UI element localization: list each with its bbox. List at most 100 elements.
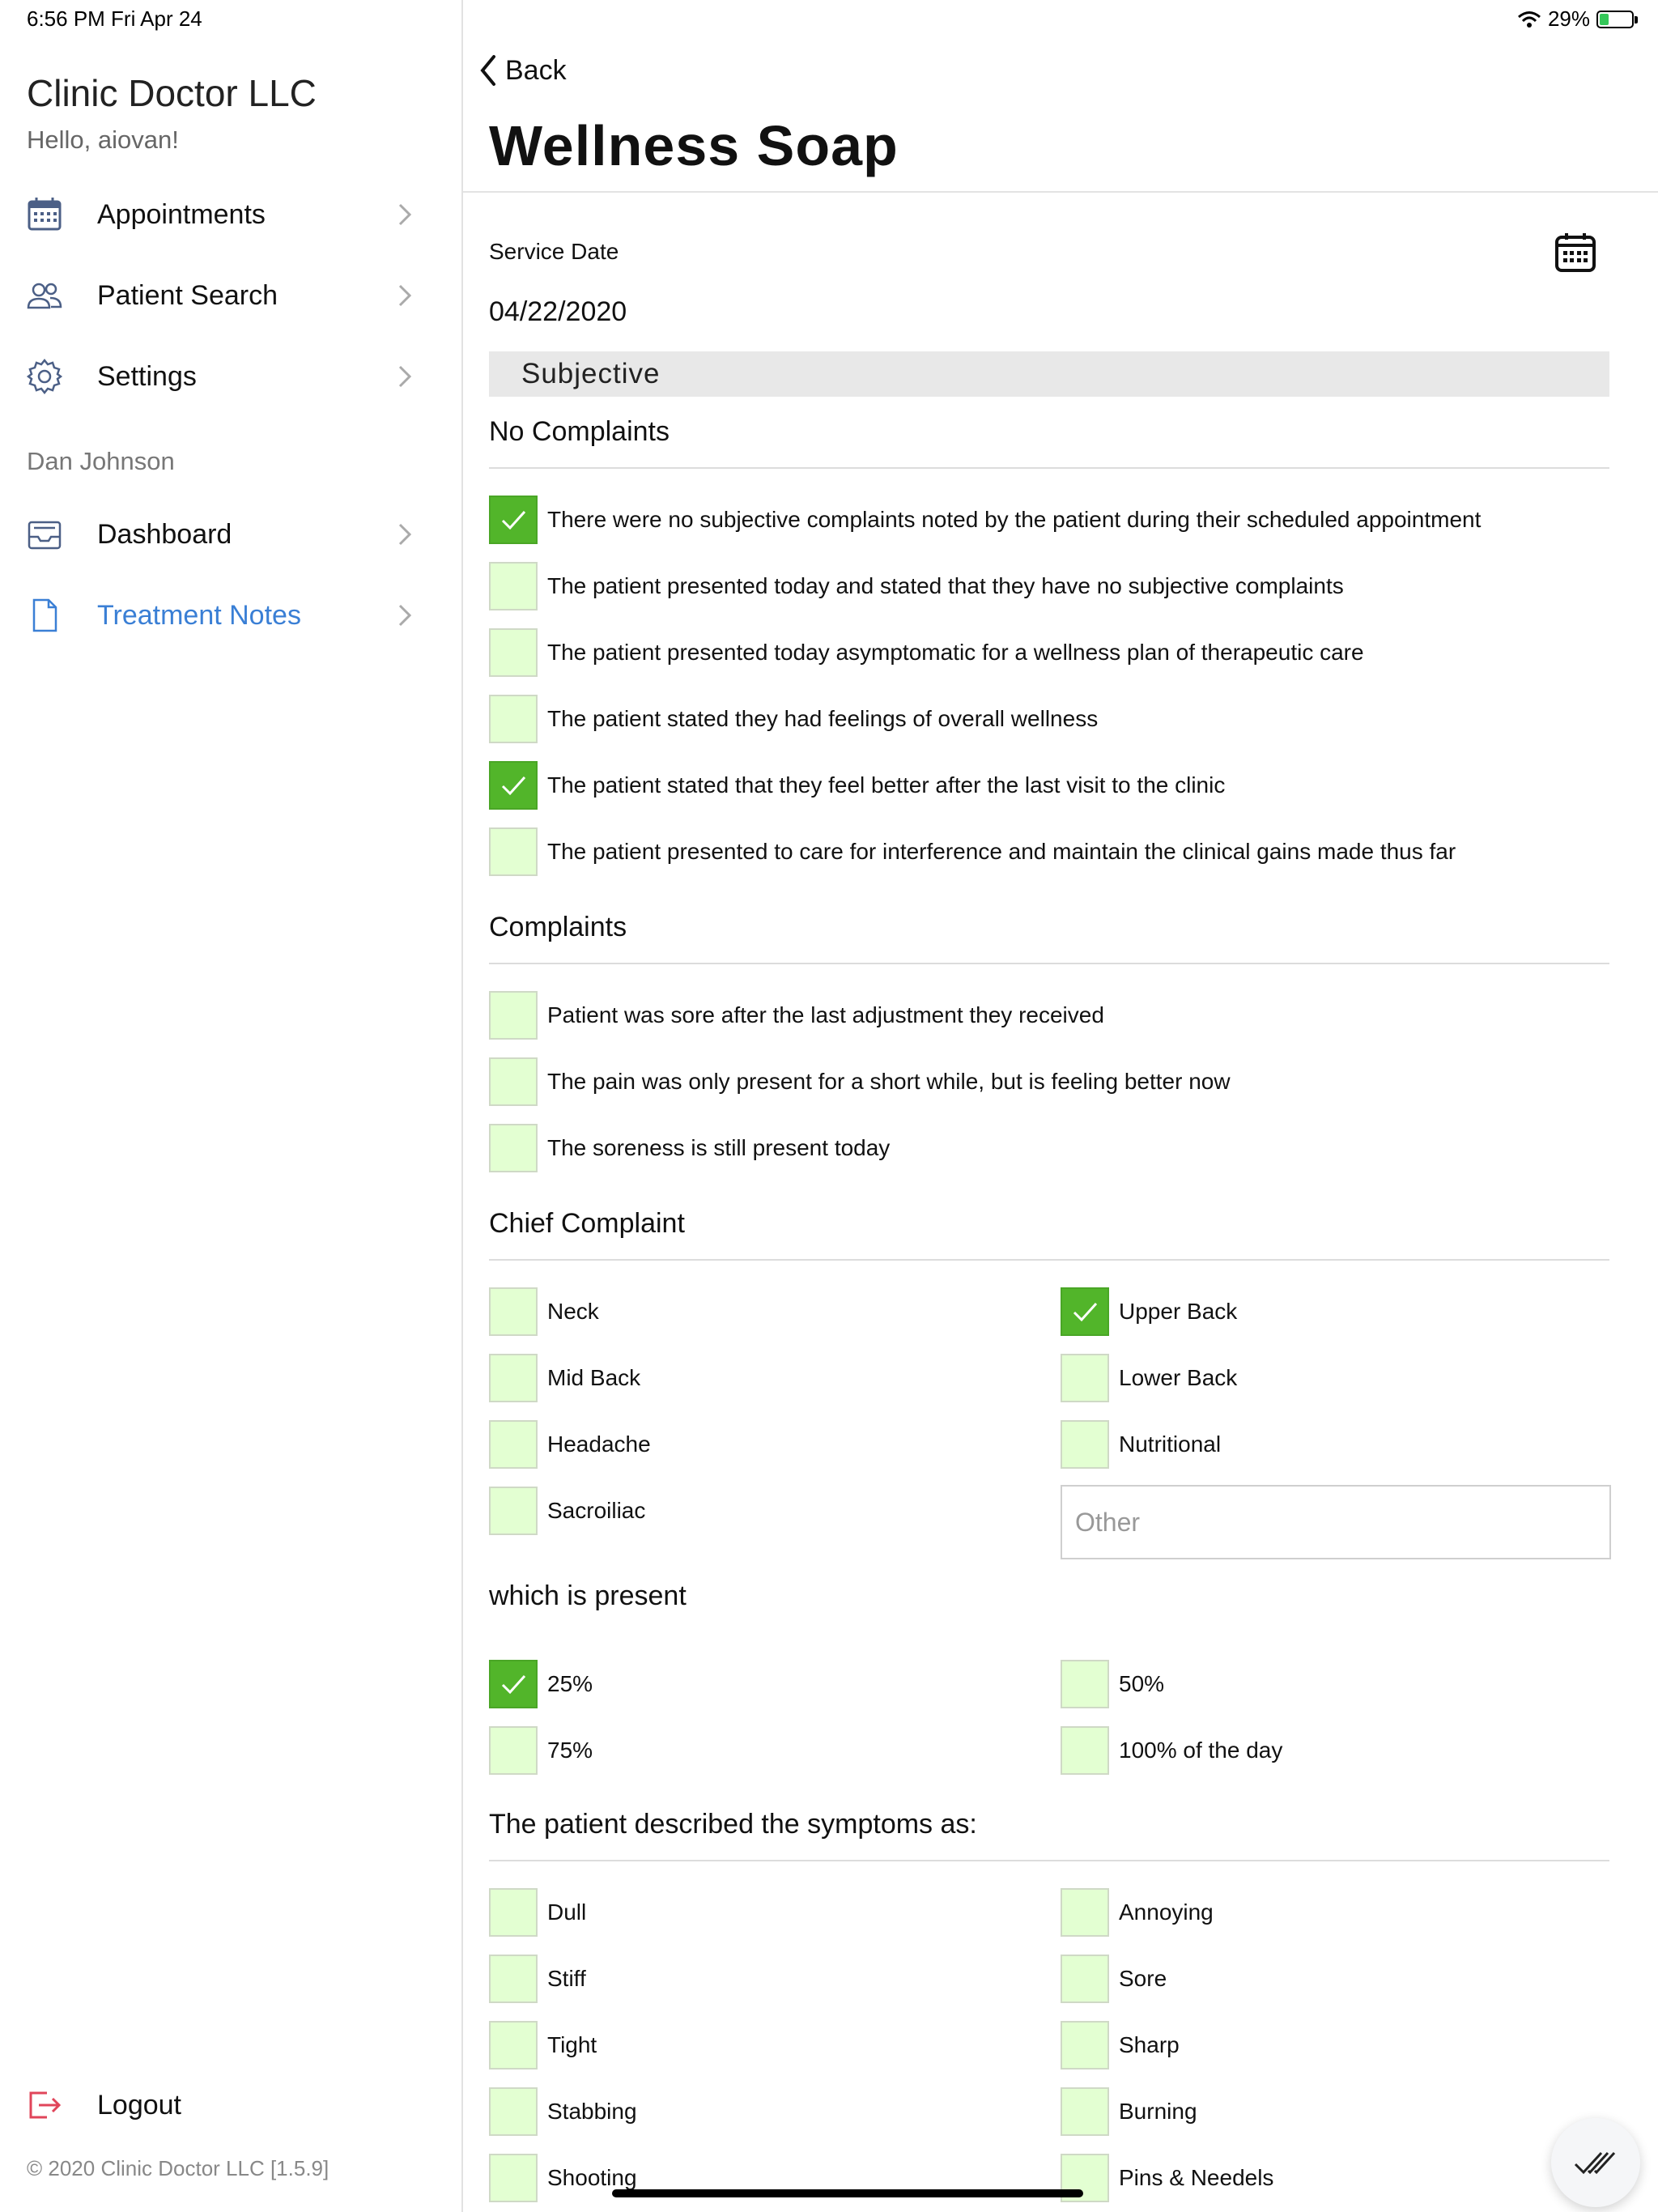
checkbox-row[interactable]: Stiff bbox=[489, 1955, 586, 2003]
checkbox-row[interactable]: Headache bbox=[489, 1420, 651, 1469]
checkbox-row[interactable]: Pins & Needels bbox=[1061, 2154, 1273, 2202]
checkbox-label: The patient presented today and stated t… bbox=[547, 573, 1344, 598]
checkbox[interactable] bbox=[489, 1726, 538, 1775]
logout-label: Logout bbox=[97, 2089, 181, 2121]
checkbox-row[interactable]: The soreness is still present today bbox=[489, 1124, 890, 1172]
checkbox[interactable] bbox=[1061, 2087, 1109, 2136]
checkbox-row[interactable]: The patient stated that they feel better… bbox=[489, 761, 1225, 810]
sidebar-item-label: Patient Search bbox=[97, 279, 278, 311]
other-complaint-input[interactable] bbox=[1061, 1485, 1611, 1559]
calendar-icon[interactable] bbox=[1554, 232, 1596, 274]
checkbox[interactable] bbox=[1061, 1955, 1109, 2003]
checkbox[interactable] bbox=[1061, 1726, 1109, 1775]
checkbox[interactable] bbox=[489, 1124, 538, 1172]
double-check-icon bbox=[1574, 2151, 1616, 2175]
checkbox-row[interactable]: Stabbing bbox=[489, 2087, 637, 2136]
checkbox[interactable] bbox=[489, 1287, 538, 1336]
sidebar-item-appointments[interactable]: Appointments bbox=[0, 182, 463, 247]
checkbox-checked[interactable] bbox=[1061, 1287, 1109, 1336]
checkbox[interactable] bbox=[1061, 1660, 1109, 1708]
sidebar-item-dashboard[interactable]: Dashboard bbox=[0, 502, 463, 567]
checkbox-row[interactable]: 100% of the day bbox=[1061, 1726, 1282, 1775]
checkbox-row[interactable]: The patient presented to care for interf… bbox=[489, 827, 1456, 876]
checkbox-label: The pain was only present for a short wh… bbox=[547, 1069, 1231, 1094]
checkbox-checked[interactable] bbox=[489, 1660, 538, 1708]
section-title: Subjective bbox=[521, 358, 661, 389]
checkbox[interactable] bbox=[489, 1057, 538, 1106]
checkbox-row[interactable]: Tight bbox=[489, 2021, 597, 2069]
checkmark-icon bbox=[501, 776, 526, 796]
checkbox[interactable] bbox=[489, 695, 538, 743]
copyright: © 2020 Clinic Doctor LLC [1.5.9] bbox=[27, 2156, 329, 2180]
checkbox-label: The patient presented today asymptomatic… bbox=[547, 640, 1364, 665]
checkbox[interactable] bbox=[489, 1420, 538, 1469]
checkbox-checked[interactable] bbox=[489, 496, 538, 544]
group-title-complaints: Complaints bbox=[489, 912, 627, 942]
chevron-right-icon bbox=[398, 284, 412, 307]
checkbox[interactable] bbox=[489, 1354, 538, 1402]
sidebar-item-label: Dashboard bbox=[97, 518, 232, 550]
checkbox[interactable] bbox=[489, 2154, 538, 2202]
checkbox[interactable] bbox=[489, 1888, 538, 1937]
checkbox-label: Stabbing bbox=[547, 2099, 637, 2124]
checkbox-row[interactable]: The patient stated they had feelings of … bbox=[489, 695, 1098, 743]
checkbox[interactable] bbox=[489, 1487, 538, 1535]
checkbox-label: Annoying bbox=[1119, 1899, 1214, 1925]
checkbox-row[interactable]: Sore bbox=[1061, 1955, 1167, 2003]
checkbox-row[interactable]: Sharp bbox=[1061, 2021, 1180, 2069]
checkmark-icon bbox=[1073, 1302, 1098, 1322]
service-date-value[interactable]: 04/22/2020 bbox=[489, 296, 627, 328]
checkbox[interactable] bbox=[1061, 1888, 1109, 1937]
checkbox-row[interactable]: 75% bbox=[489, 1726, 593, 1775]
checkbox-row[interactable]: There were no subjective complaints note… bbox=[489, 496, 1481, 544]
checkbox-row[interactable]: Mid Back bbox=[489, 1354, 640, 1402]
checkbox-label: Patient was sore after the last adjustme… bbox=[547, 1002, 1104, 1027]
checkbox[interactable] bbox=[1061, 1420, 1109, 1469]
checkbox-row[interactable]: Annoying bbox=[1061, 1888, 1214, 1937]
submit-button[interactable] bbox=[1551, 2118, 1640, 2207]
page-title: Wellness Soap bbox=[489, 114, 899, 177]
group-divider bbox=[489, 963, 1609, 964]
checkbox[interactable] bbox=[1061, 2021, 1109, 2069]
checkbox-row[interactable]: The pain was only present for a short wh… bbox=[489, 1057, 1231, 1106]
checkbox-row[interactable]: Upper Back bbox=[1061, 1287, 1237, 1336]
checkbox-row[interactable]: Nutritional bbox=[1061, 1420, 1221, 1469]
checkbox-row[interactable]: 25% bbox=[489, 1660, 593, 1708]
checkbox[interactable] bbox=[489, 2087, 538, 2136]
main-content: Back Wellness Soap Service Date 04/22/20… bbox=[463, 0, 1658, 2212]
checkbox-label: The patient presented to care for interf… bbox=[547, 839, 1456, 864]
checkbox-row[interactable]: Dull bbox=[489, 1888, 586, 1937]
checkbox[interactable] bbox=[489, 628, 538, 677]
checkbox[interactable] bbox=[489, 1955, 538, 2003]
checkbox-row[interactable]: The patient presented today and stated t… bbox=[489, 562, 1344, 610]
checkbox-row[interactable]: Sacroiliac bbox=[489, 1487, 645, 1535]
sidebar-item-treatment-notes[interactable]: Treatment Notes bbox=[0, 583, 463, 648]
logout-button[interactable]: Logout bbox=[0, 2073, 463, 2138]
checkbox-checked[interactable] bbox=[489, 761, 538, 810]
sidebar-item-patient-search[interactable]: Patient Search bbox=[0, 263, 463, 328]
checkbox-label: The soreness is still present today bbox=[547, 1135, 891, 1160]
group-divider bbox=[489, 1259, 1609, 1261]
home-indicator bbox=[612, 2189, 1083, 2197]
checkbox-label: There were no subjective complaints note… bbox=[547, 507, 1482, 532]
checkbox-label: Shooting bbox=[547, 2165, 637, 2190]
checkbox-label: 100% of the day bbox=[1119, 1738, 1283, 1763]
checkbox-row[interactable]: Burning bbox=[1061, 2087, 1197, 2136]
chevron-right-icon bbox=[398, 203, 412, 226]
checkbox[interactable] bbox=[489, 562, 538, 610]
checkbox[interactable] bbox=[489, 2021, 538, 2069]
sidebar-item-settings[interactable]: Settings bbox=[0, 344, 463, 409]
checkbox[interactable] bbox=[1061, 1354, 1109, 1402]
checkbox-row[interactable]: Lower Back bbox=[1061, 1354, 1237, 1402]
checkbox-row[interactable]: 50% bbox=[1061, 1660, 1164, 1708]
checkbox[interactable] bbox=[489, 827, 538, 876]
checkbox-row[interactable]: Patient was sore after the last adjustme… bbox=[489, 991, 1104, 1040]
checkbox-row[interactable]: The patient presented today asymptomatic… bbox=[489, 628, 1364, 677]
checkbox-label: Mid Back bbox=[547, 1365, 641, 1390]
checkbox-row[interactable]: Neck bbox=[489, 1287, 599, 1336]
back-button[interactable]: Back bbox=[478, 53, 567, 87]
back-label: Back bbox=[505, 54, 567, 86]
group-title-no-complaints: No Complaints bbox=[489, 416, 670, 447]
document-icon bbox=[32, 598, 57, 632]
checkbox[interactable] bbox=[489, 991, 538, 1040]
